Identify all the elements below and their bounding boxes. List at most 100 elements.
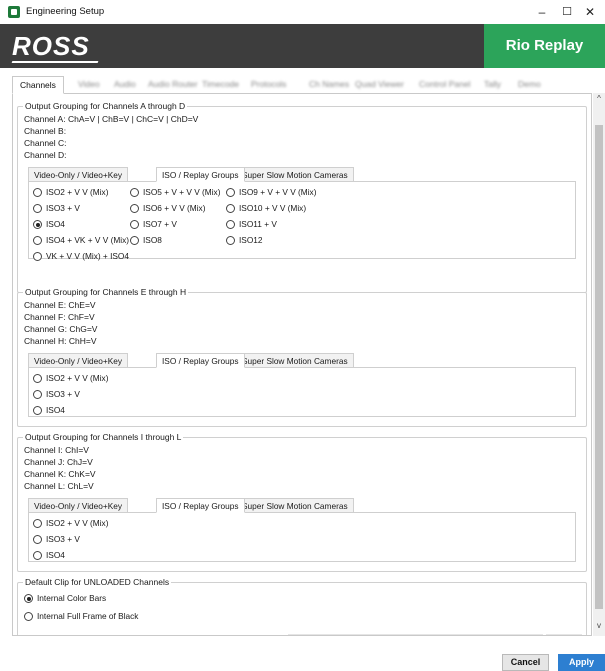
output-group-3: Output Grouping for Channels I through L… — [17, 432, 587, 572]
radio-iso3-v[interactable]: ISO3 + V — [33, 389, 80, 399]
channel-mapping: Channel H: ChH=V — [24, 336, 97, 346]
radio-label: ISO11 + V — [239, 219, 277, 229]
radio-checked-icon — [24, 594, 33, 603]
radio-iso5-v-v-v-mix[interactable]: ISO5 + V + V V (Mix) — [130, 187, 220, 197]
apply-button[interactable]: Apply — [558, 654, 605, 671]
window-title: Engineering Setup — [26, 6, 105, 17]
radio-iso10-v-v-mix[interactable]: ISO10 + V V (Mix) — [226, 203, 306, 213]
channel-mapping: Channel D: — [24, 150, 67, 160]
tab-audio[interactable]: Audio — [107, 76, 143, 94]
channel-mapping: Channel B: — [24, 126, 67, 136]
radio-label: ISO3 + V — [46, 203, 80, 213]
radio-internal-color-bars[interactable]: Internal Color Bars — [24, 593, 106, 603]
subtab-super-slow-motion-cameras[interactable]: Super Slow Motion Cameras — [236, 498, 354, 513]
radio-vk-v-v-mix-iso4[interactable]: VK + V V (Mix) + ISO4 — [33, 251, 129, 261]
header-banner: ROSS Rio Replay — [0, 24, 605, 68]
iso-options-panel: ISO2 + V V (Mix) ISO3 + V ISO4 — [28, 367, 576, 417]
radio-iso2-v-v-mix[interactable]: ISO2 + V V (Mix) — [33, 373, 108, 383]
channels-panel: Output Grouping for Channels A through D… — [12, 93, 592, 636]
obscured-field — [546, 634, 582, 635]
channel-mapping: Channel J: ChJ=V — [24, 457, 93, 467]
default-clip-group: Default Clip for UNLOADED Channels Intern… — [17, 577, 587, 635]
radio-unchecked-icon — [33, 535, 42, 544]
radio-label: VK + V V (Mix) + ISO4 — [46, 251, 129, 261]
vertical-scrollbar[interactable]: ^ v — [593, 93, 605, 636]
radio-internal-full-frame-of-black[interactable]: Internal Full Frame of Black — [24, 611, 138, 621]
channel-mapping: Channel L: ChL=V — [24, 481, 94, 491]
scroll-thumb[interactable] — [595, 125, 603, 609]
radio-iso3-v[interactable]: ISO3 + V — [33, 534, 80, 544]
radio-unchecked-icon — [226, 188, 235, 197]
radio-iso12[interactable]: ISO12 — [226, 235, 263, 245]
subtab-super-slow-motion-cameras[interactable]: Super Slow Motion Cameras — [236, 167, 354, 182]
channel-mapping: Channel F: ChF=V — [24, 312, 95, 322]
tab-video[interactable]: Video — [71, 76, 107, 94]
subtab-video-only-video-key[interactable]: Video-Only / Video+Key — [28, 498, 129, 513]
channel-mapping: Channel G: ChG=V — [24, 324, 98, 334]
group-title: Output Grouping for Channels I through L — [23, 432, 184, 442]
radio-iso4[interactable]: ISO4 — [33, 405, 65, 415]
radio-label: ISO3 + V — [46, 534, 80, 544]
radio-label: ISO7 + V — [143, 219, 177, 229]
subtab-super-slow-motion-cameras[interactable]: Super Slow Motion Cameras — [236, 353, 354, 368]
radio-label: ISO3 + V — [46, 389, 80, 399]
tab-demo[interactable]: Demo — [511, 76, 548, 94]
tab-protocols[interactable]: Protocols — [244, 76, 293, 94]
radio-iso11-v[interactable]: ISO11 + V — [226, 219, 277, 229]
radio-checked-icon — [33, 220, 42, 229]
radio-unchecked-icon — [226, 220, 235, 229]
channel-mapping: Channel A: ChA=V | ChB=V | ChC=V | ChD=V — [24, 114, 199, 124]
radio-label: ISO10 + V V (Mix) — [239, 203, 307, 213]
radio-label: ISO9 + V + V V (Mix) — [239, 187, 317, 197]
radio-unchecked-icon — [33, 390, 42, 399]
radio-label: ISO12 — [239, 235, 263, 245]
scroll-up-icon[interactable]: ^ — [593, 93, 605, 105]
subtab-video-only-video-key[interactable]: Video-Only / Video+Key — [28, 167, 129, 182]
radio-label: Internal Full Frame of Black — [37, 611, 139, 621]
tab-timecode[interactable]: Timecode — [195, 76, 246, 94]
radio-iso4[interactable]: ISO4 — [33, 550, 65, 560]
subtab-iso-replay-groups[interactable]: ISO / Replay Groups — [156, 353, 245, 368]
radio-unchecked-icon — [33, 551, 42, 560]
radio-unchecked-icon — [130, 188, 139, 197]
radio-iso8[interactable]: ISO8 — [130, 235, 162, 245]
radio-label: ISO8 — [143, 235, 162, 245]
radio-iso2-v-v-mix[interactable]: ISO2 + V V (Mix) — [33, 518, 108, 528]
channel-mapping: Channel I: ChI=V — [24, 445, 89, 455]
radio-iso4-vk-v-v-mix[interactable]: ISO4 + VK + V V (Mix) — [33, 235, 129, 245]
subtab-iso-replay-groups[interactable]: ISO / Replay Groups — [156, 167, 245, 182]
radio-label: ISO4 — [46, 405, 65, 415]
radio-iso3-v[interactable]: ISO3 + V — [33, 203, 80, 213]
radio-unchecked-icon — [33, 406, 42, 415]
radio-unchecked-icon — [33, 519, 42, 528]
radio-label: ISO2 + V V (Mix) — [46, 373, 109, 383]
radio-label: ISO2 + V V (Mix) — [46, 518, 109, 528]
tab-control-panel[interactable]: Control Panel — [412, 76, 478, 94]
close-button[interactable]: ✕ — [575, 2, 605, 22]
subtab-iso-replay-groups[interactable]: ISO / Replay Groups — [156, 498, 245, 513]
radio-iso4[interactable]: ISO4 — [33, 219, 65, 229]
scroll-down-icon[interactable]: v — [593, 620, 605, 632]
radio-iso2-v-v-mix[interactable]: ISO2 + V V (Mix) — [33, 187, 108, 197]
radio-unchecked-icon — [24, 612, 33, 621]
group-title: Default Clip for UNLOADED Channels — [23, 577, 172, 587]
radio-label: ISO6 + V V (Mix) — [143, 203, 206, 213]
radio-label: Internal Color Bars — [37, 593, 107, 603]
iso-options-panel: ISO2 + V V (Mix) ISO3 + V ISO4 — [28, 512, 576, 562]
logo-underline — [11, 61, 99, 63]
radio-iso7-v[interactable]: ISO7 + V — [130, 219, 177, 229]
radio-unchecked-icon — [130, 236, 139, 245]
channel-mapping: Channel C: — [24, 138, 67, 148]
tab-quad-viewer[interactable]: Quad Viewer — [348, 76, 411, 94]
subtab-video-only-video-key[interactable]: Video-Only / Video+Key — [28, 353, 129, 368]
obscured-field — [288, 634, 543, 635]
tab-tally[interactable]: Tally — [477, 76, 508, 94]
cancel-button[interactable]: Cancel — [502, 654, 549, 671]
radio-unchecked-icon — [33, 236, 42, 245]
tab-channels[interactable]: Channels — [12, 76, 64, 94]
radio-iso6-v-v-mix[interactable]: ISO6 + V V (Mix) — [130, 203, 205, 213]
radio-iso9-v-v-v-mix[interactable]: ISO9 + V + V V (Mix) — [226, 187, 316, 197]
channel-mapping: Channel K: ChK=V — [24, 469, 96, 479]
radio-label: ISO4 + VK + V V (Mix) — [46, 235, 129, 245]
output-group-2: Output Grouping for Channels E through H… — [17, 287, 587, 427]
